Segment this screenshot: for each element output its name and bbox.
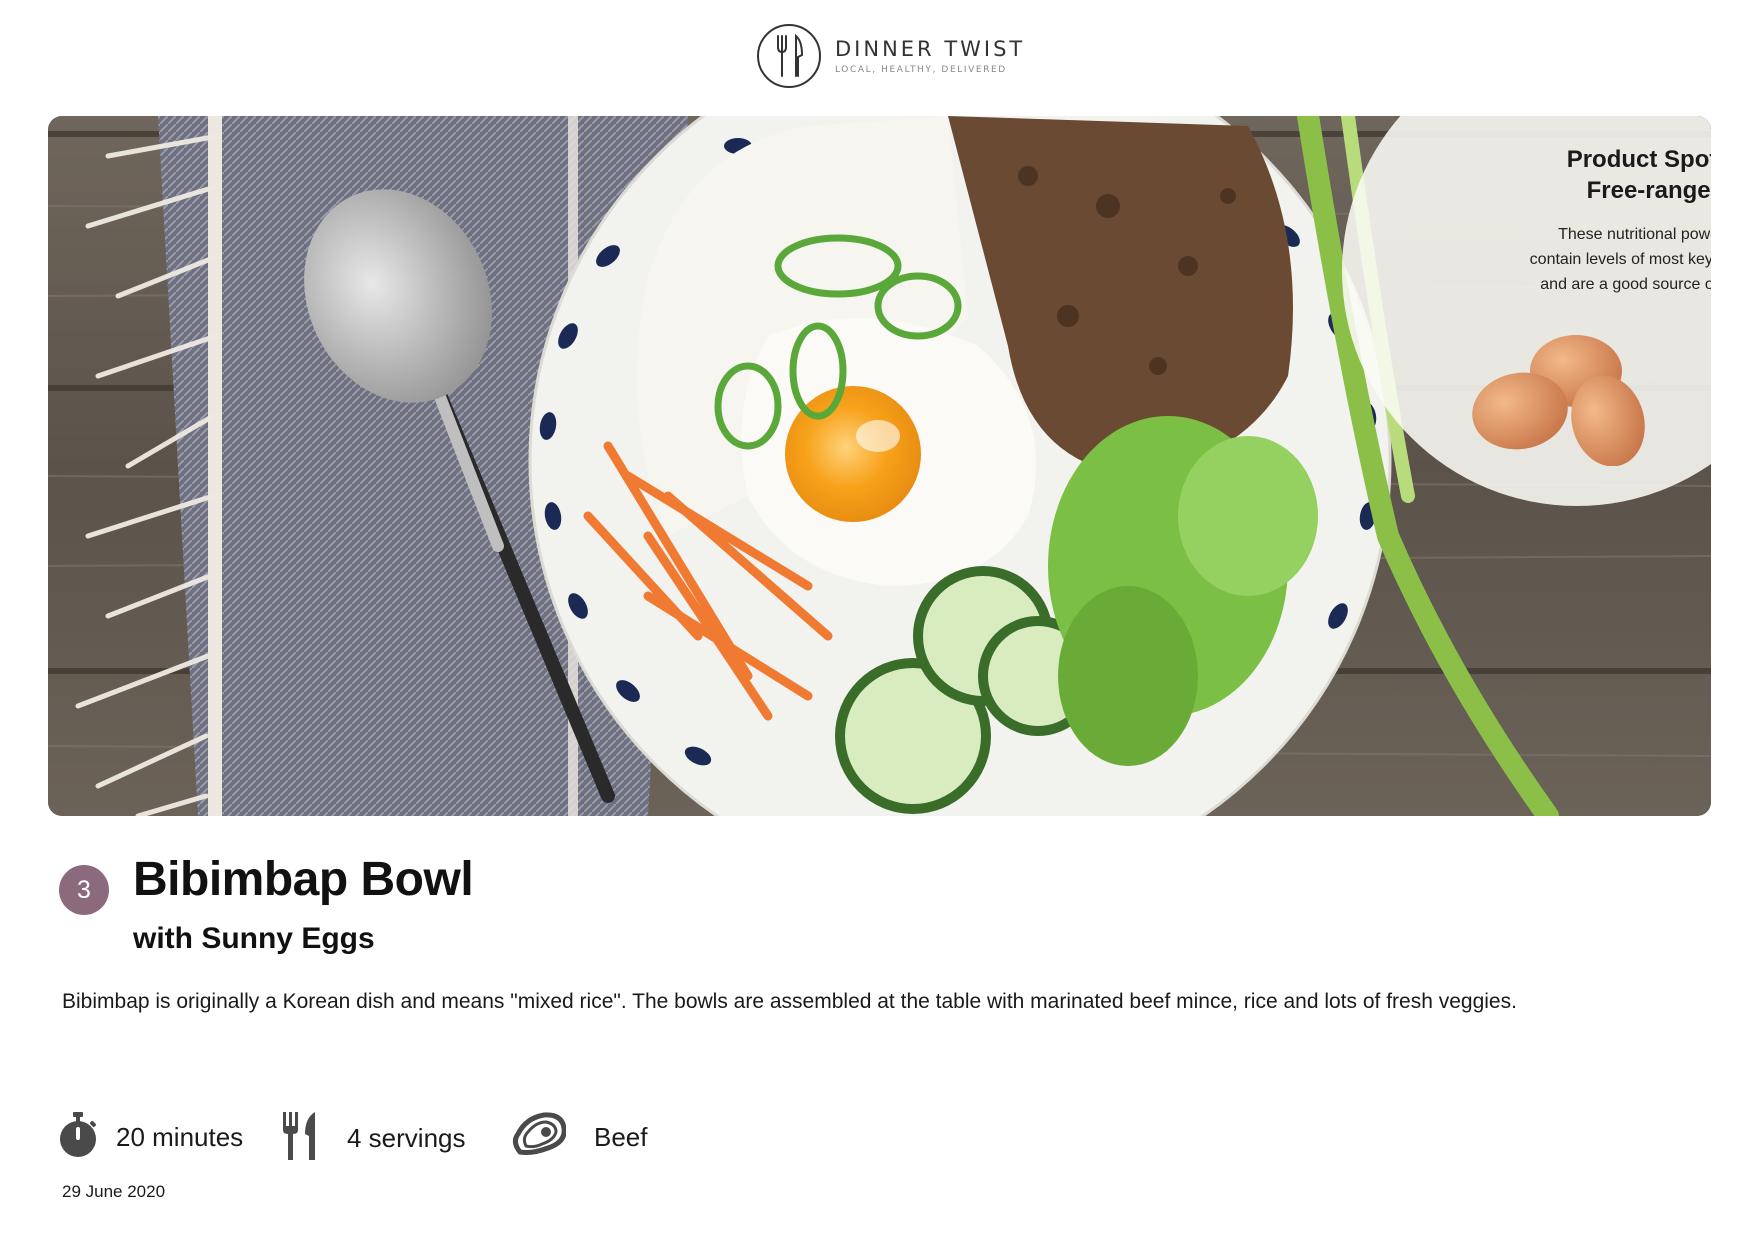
recipe-description: Bibimbap is originally a Korean dish and… <box>62 990 1517 1013</box>
meta-time: 20 minutes <box>58 1112 243 1163</box>
spotlight-body-line2: contain levels of most key vitamins <box>1529 251 1711 268</box>
recipe-date: 29 June 2020 <box>62 1182 166 1201</box>
brand-tagline: LOCAL, HEALTHY, DELIVERED <box>835 65 1007 75</box>
stopwatch-icon <box>58 1112 98 1163</box>
meta-protein: Beef <box>512 1112 648 1163</box>
time-value: 20 minutes <box>116 1122 244 1152</box>
brand-name: DINNER TWIST <box>835 37 1026 61</box>
fork-knife-icon <box>757 24 821 88</box>
spotlight-title-line2: Free-range Eggs <box>1586 177 1711 204</box>
meta-servings: 4 servings <box>281 1112 466 1165</box>
hero-image: Product Spotlight: Free-range Eggs These… <box>48 116 1711 816</box>
spotlight-title: Product Spotlight: Free-range Eggs <box>1476 144 1711 206</box>
recipe-title: Bibimbap Bowl <box>133 853 474 906</box>
eggs-image <box>1472 335 1645 466</box>
spotlight-title-line1: Product Spotlight: <box>1566 146 1711 173</box>
protein-value: Beef <box>594 1122 648 1152</box>
utensils-icon <box>281 1112 321 1165</box>
steak-icon <box>512 1112 567 1163</box>
brand-logo: DINNER TWIST LOCAL, HEALTHY, DELIVERED <box>757 24 1025 88</box>
spotlight-body-line3: and are a good source of protein. <box>1540 276 1711 293</box>
recipe-number-badge: 3 <box>59 865 109 915</box>
spotlight-body: These nutritional powerhouses contain le… <box>1476 222 1711 297</box>
spotlight-body-line1: These nutritional powerhouses <box>1558 226 1711 243</box>
recipe-subtitle: with Sunny Eggs <box>133 922 375 955</box>
servings-value: 4 servings <box>347 1123 466 1153</box>
